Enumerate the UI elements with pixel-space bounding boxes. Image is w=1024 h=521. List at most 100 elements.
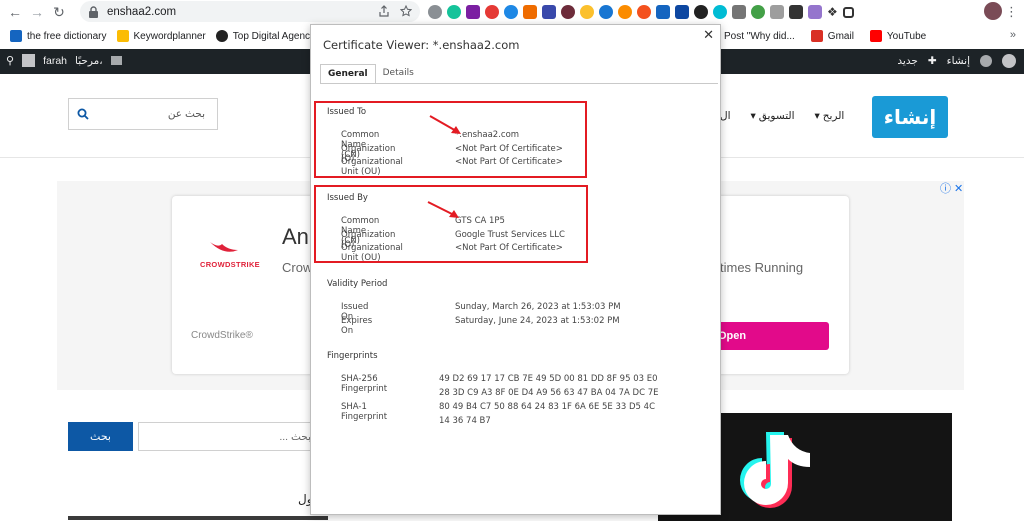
bookmark-label: Post "Why did... [724, 30, 795, 42]
field-value: 80 49 B4 C7 50 88 64 24 83 1F 6A 6E 5E 3… [439, 402, 656, 412]
bookmark-label: the free dictionary [27, 30, 107, 42]
highlight-issued-to [314, 101, 587, 178]
gmail-icon [810, 30, 823, 42]
menu-item[interactable]: ال [720, 110, 731, 122]
extension-icon[interactable] [599, 5, 613, 19]
ad-brand: CrowdStrike® [191, 330, 253, 341]
divider [68, 516, 328, 520]
ad-open-button[interactable]: Open [712, 322, 829, 350]
extension-icon[interactable] [808, 5, 822, 19]
field-label: Expires On [341, 316, 373, 336]
bookmark-label: Top Digital Agency [232, 30, 316, 42]
extension-icon[interactable] [504, 5, 518, 19]
more-bookmarks-icon[interactable]: » [1010, 29, 1016, 41]
bookmark-item[interactable]: Gmail [810, 30, 854, 42]
ad-close-icon[interactable]: ⓘ ✕ [940, 180, 963, 196]
extension-icon[interactable] [542, 5, 556, 19]
extension-icon[interactable] [656, 5, 670, 19]
dashboard-icon[interactable] [980, 55, 992, 67]
field-value: 49 D2 69 17 17 CB 7E 49 5D 00 81 DD 8F 9… [439, 374, 658, 384]
bookmark-label: Gmail [827, 30, 854, 42]
extension-icon[interactable] [561, 5, 575, 19]
dialog-title: Certificate Viewer: *.enshaa2.com [323, 38, 520, 52]
validity-heading: Validity Period [327, 279, 388, 289]
extension-icon[interactable] [713, 5, 727, 19]
extensions-row: ❖ [428, 2, 854, 22]
url-text: enshaa2.com [107, 5, 177, 18]
sidebar-search-input[interactable]: بحث ... [138, 422, 318, 451]
profile-avatar[interactable] [984, 2, 1002, 20]
search-icon[interactable]: ⚲ [6, 54, 14, 67]
bookmark-item[interactable]: Post "Why did... [724, 31, 795, 42]
lock-icon [89, 5, 98, 18]
reload-icon[interactable]: ↻ [48, 1, 70, 23]
extension-icon[interactable] [770, 5, 784, 19]
back-icon[interactable]: ← [4, 1, 26, 23]
tab-details[interactable]: Details [376, 64, 421, 84]
puzzle-icon[interactable]: ❖ [827, 5, 838, 19]
extension-icon[interactable] [523, 5, 537, 19]
star-icon[interactable] [400, 5, 412, 17]
extension-icon[interactable] [732, 5, 746, 19]
bookmark-item[interactable]: Top Digital Agency [215, 30, 316, 42]
tab-divider [320, 83, 718, 84]
bookmark-item[interactable]: YouTube [869, 30, 927, 42]
site-logo[interactable]: إنشاء [872, 96, 948, 138]
new-label[interactable]: جديد [897, 55, 917, 67]
header-search-input[interactable]: بحث عن [68, 98, 218, 130]
menu-item[interactable]: الربح ▾ [815, 110, 845, 122]
ad-title: An [282, 224, 309, 249]
wordpress-icon[interactable] [1002, 54, 1016, 68]
user-avatar[interactable] [22, 54, 36, 67]
field-value: Saturday, June 24, 2023 at 1:53:02 PM [455, 316, 620, 326]
highlight-issued-by [314, 185, 588, 263]
extension-icon[interactable] [675, 5, 689, 19]
certificate-viewer-dialog: Certificate Viewer: *.enshaa2.com ✕ Gene… [310, 24, 721, 515]
comment-icon[interactable] [110, 56, 122, 65]
bookmark-label: Keywordplanner [133, 30, 206, 42]
share-icon[interactable] [378, 5, 390, 17]
extension-icon[interactable] [637, 5, 651, 19]
extension-icon[interactable] [694, 5, 708, 19]
youtube-icon [869, 30, 882, 42]
field-value: 14 36 74 B7 [439, 416, 491, 426]
field-value: 28 3D C9 A3 8F 0E D4 A9 56 63 47 BA 04 7… [439, 388, 659, 398]
field-label: SHA-1 Fingerprint [341, 402, 388, 422]
dialog-tabs: General Details [320, 64, 421, 84]
ad-subtitle: Crow [282, 260, 313, 275]
extension-icon[interactable] [428, 5, 442, 19]
bookmark-item[interactable]: Keywordplanner [116, 30, 206, 42]
grammarly-icon[interactable] [447, 5, 461, 19]
user-name[interactable]: farah [43, 55, 67, 67]
arrow-icon [427, 201, 459, 218]
main-menu: الربح ▾ التسويق ▾ ال [720, 110, 844, 122]
ad-logo-text: CROWDSTRIKE [200, 260, 260, 269]
site-name[interactable]: إنشاء [947, 55, 970, 67]
extension-icon[interactable] [466, 5, 480, 19]
bookmark-item[interactable]: the free dictionary [10, 30, 107, 42]
extension-icon[interactable] [580, 5, 594, 19]
search-button[interactable]: بحث [68, 422, 133, 451]
address-bar[interactable]: enshaa2.com [80, 1, 420, 22]
menu-item[interactable]: التسويق ▾ [751, 110, 795, 122]
plus-icon[interactable]: ✚ [928, 55, 937, 67]
agency-icon [215, 30, 228, 42]
close-icon[interactable]: ✕ [703, 28, 714, 43]
extension-icon[interactable] [618, 5, 632, 19]
arrow-icon [429, 115, 461, 134]
menu-kebab-icon[interactable]: ⋮ [1005, 4, 1018, 20]
checkbox-extension-icon[interactable] [789, 5, 803, 19]
crowdstrike-bird-icon [210, 242, 238, 252]
search-placeholder: بحث ... [279, 431, 311, 443]
search-icon[interactable] [77, 108, 89, 120]
extension-icon[interactable] [485, 5, 499, 19]
sidebar-icon[interactable] [842, 6, 854, 18]
extension-icon[interactable] [751, 5, 765, 19]
browser-toolbar: ← → ↻ enshaa2.com ❖ ⋮ [0, 0, 1024, 24]
greeting-text: مرحبًا، [75, 54, 103, 67]
tab-general[interactable]: General [320, 64, 376, 84]
forward-icon[interactable]: → [26, 1, 48, 23]
bookmark-label: YouTube [886, 30, 927, 42]
ad-right-text: times Running [720, 260, 804, 275]
search-placeholder: بحث عن [167, 108, 205, 120]
